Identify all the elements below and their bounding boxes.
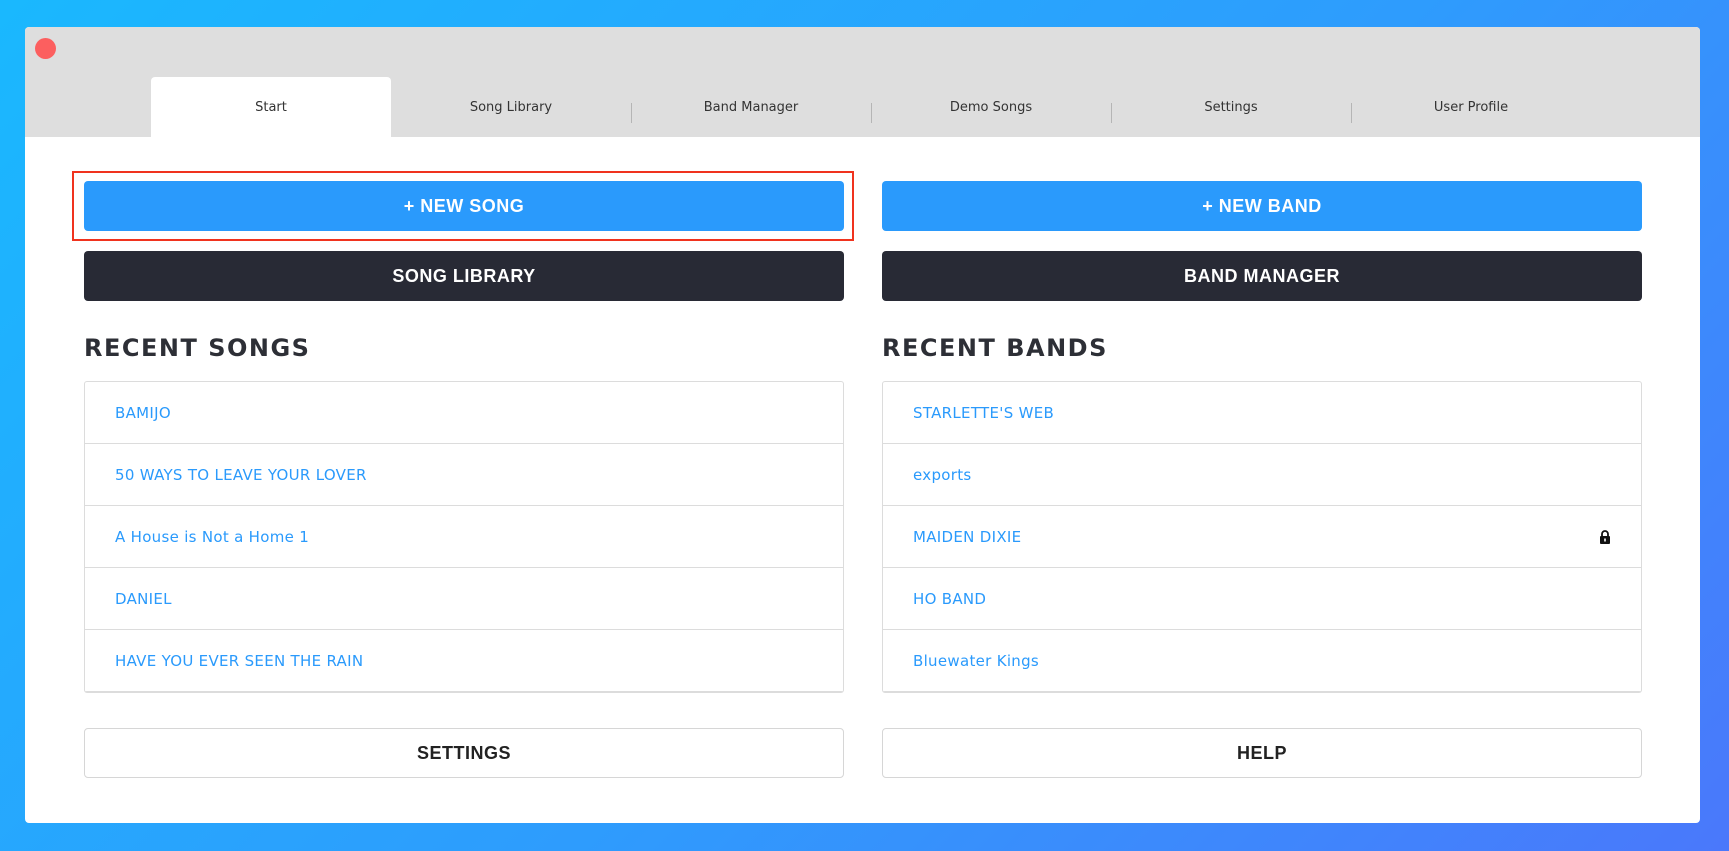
recent-bands-list: STARLETTE'S WEB exports MAIDEN DIXIE HO … <box>882 381 1642 693</box>
tab-label: User Profile <box>1433 99 1509 115</box>
recent-song-item[interactable]: HAVE YOU EVER SEEN THE RAIN <box>85 630 843 692</box>
tab-label: Settings <box>1204 99 1258 115</box>
recent-song-label: A House is Not a Home 1 <box>115 527 310 546</box>
tab-band-manager[interactable]: Band Manager <box>631 77 871 137</box>
tab-label: Song Library <box>469 99 553 115</box>
recent-band-label: HO BAND <box>913 589 987 608</box>
recent-band-label: STARLETTE'S WEB <box>913 403 1055 422</box>
recent-band-item[interactable]: exports <box>883 444 1641 506</box>
recent-song-item[interactable]: A House is Not a Home 1 <box>85 506 843 568</box>
tab-start[interactable]: Start <box>151 77 391 137</box>
tab-user-profile[interactable]: User Profile <box>1351 77 1591 137</box>
recent-song-label: DANIEL <box>115 589 172 608</box>
recent-band-item[interactable]: HO BAND <box>883 568 1641 630</box>
recent-song-label: HAVE YOU EVER SEEN THE RAIN <box>115 651 364 670</box>
settings-button[interactable]: SETTINGS <box>84 728 844 778</box>
recent-band-item[interactable]: STARLETTE'S WEB <box>883 382 1641 444</box>
recent-band-label: exports <box>913 465 972 484</box>
recent-songs-list: BAMIJO 50 WAYS TO LEAVE YOUR LOVER A Hou… <box>84 381 844 693</box>
recent-band-item[interactable]: Bluewater Kings <box>883 630 1641 692</box>
recent-song-item[interactable]: 50 WAYS TO LEAVE YOUR LOVER <box>85 444 843 506</box>
band-manager-button[interactable]: BAND MANAGER <box>882 251 1642 301</box>
tab-settings[interactable]: Settings <box>1111 77 1351 137</box>
tab-bar: Start Song Library Band Manager Demo Son… <box>151 77 1591 137</box>
recent-songs-heading: RECENT SONGS <box>84 334 311 362</box>
tab-label: Demo Songs <box>949 99 1033 115</box>
song-library-button[interactable]: SONG LIBRARY <box>84 251 844 301</box>
tab-label: Start <box>255 99 287 115</box>
app-window: Start Song Library Band Manager Demo Son… <box>25 27 1700 823</box>
recent-song-label: BAMIJO <box>115 403 171 422</box>
new-band-button[interactable]: + NEW BAND <box>882 181 1642 231</box>
recent-song-item[interactable]: BAMIJO <box>85 382 843 444</box>
lock-icon <box>1600 529 1610 544</box>
tab-demo-songs[interactable]: Demo Songs <box>871 77 1111 137</box>
tab-label: Band Manager <box>703 99 799 115</box>
recent-band-label: Bluewater Kings <box>913 651 1040 670</box>
recent-song-label: 50 WAYS TO LEAVE YOUR LOVER <box>115 465 367 484</box>
new-song-button[interactable]: + NEW SONG <box>84 181 844 231</box>
close-window-button[interactable] <box>35 38 56 59</box>
recent-bands-heading: RECENT BANDS <box>882 334 1108 362</box>
title-bar: Start Song Library Band Manager Demo Son… <box>25 27 1700 137</box>
help-button[interactable]: HELP <box>882 728 1642 778</box>
recent-band-item[interactable]: MAIDEN DIXIE <box>883 506 1641 568</box>
recent-song-item[interactable]: DANIEL <box>85 568 843 630</box>
tab-song-library[interactable]: Song Library <box>391 77 631 137</box>
recent-band-label: MAIDEN DIXIE <box>913 527 1022 546</box>
